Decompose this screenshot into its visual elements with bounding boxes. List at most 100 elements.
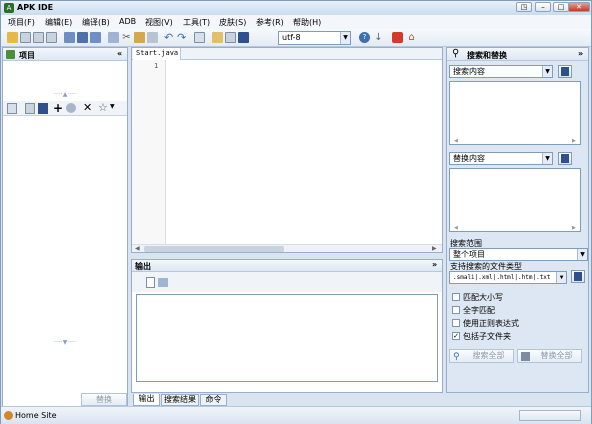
- undo-icon[interactable]: ↶: [164, 32, 175, 43]
- match-case-checkbox[interactable]: [452, 293, 460, 301]
- page-settings-icon[interactable]: [46, 32, 57, 43]
- subfolders-checkbox[interactable]: ✓: [452, 332, 460, 340]
- encoding-select[interactable]: utf-8 ▼: [278, 31, 351, 45]
- restore-icon[interactable]: ◳: [516, 2, 532, 12]
- app-window: A APK IDE ◳ – □ ✕ 项目(F) 编辑(E) 编译(B) ADB …: [0, 0, 592, 424]
- code-area[interactable]: [168, 60, 442, 244]
- regex-checkbox[interactable]: [452, 319, 460, 327]
- status-bar: Home Site: [1, 406, 591, 424]
- status-text[interactable]: Home Site: [15, 411, 57, 420]
- line-number: 1: [154, 62, 159, 70]
- output-text[interactable]: [136, 294, 438, 382]
- project-title: 项目: [19, 51, 35, 60]
- scroll-left-icon[interactable]: ◀: [135, 245, 140, 252]
- redo-icon[interactable]: ↷: [177, 32, 188, 43]
- build-icon[interactable]: [238, 32, 249, 43]
- help-icon[interactable]: ?: [359, 32, 370, 43]
- open-folder-icon[interactable]: [7, 32, 18, 43]
- list-icon[interactable]: [225, 32, 236, 43]
- menu-skin[interactable]: 皮肤(S): [219, 17, 246, 28]
- replace-options-icon: [561, 154, 569, 163]
- replace-all-button[interactable]: 替换全部: [517, 349, 582, 363]
- splitter-handle-bottom[interactable]: ·····▼·····: [3, 340, 127, 347]
- copy-icon[interactable]: [108, 32, 119, 43]
- find-options-button[interactable]: [558, 65, 572, 78]
- scroll-right-icon[interactable]: ▶: [432, 245, 437, 252]
- folder-image-icon[interactable]: [212, 32, 223, 43]
- replace-combo[interactable]: 替换内容 ▼: [449, 152, 553, 165]
- menu-reference[interactable]: 参考(R): [256, 17, 284, 28]
- window-title: APK IDE: [17, 3, 54, 12]
- output-panel: 输出 »: [131, 259, 443, 393]
- editor-hscrollbar[interactable]: ◀ ▶: [132, 244, 442, 252]
- menu-view[interactable]: 视图(V): [145, 17, 173, 28]
- collapse-project-button[interactable]: «: [117, 49, 122, 58]
- save-as-icon[interactable]: [90, 32, 101, 43]
- delete-icon[interactable]: ✕: [83, 101, 92, 114]
- binoculars-icon: ⚲: [453, 352, 460, 362]
- home-icon[interactable]: ⌂: [406, 32, 417, 43]
- scroll-right-icon[interactable]: ▶: [572, 225, 576, 231]
- star-icon[interactable]: ☆: [98, 101, 108, 114]
- maximize-button[interactable]: □: [553, 2, 569, 12]
- menu-help[interactable]: 帮助(H): [293, 17, 321, 28]
- minimize-button[interactable]: –: [535, 2, 551, 12]
- settings-icon[interactable]: [66, 103, 76, 113]
- page-icon[interactable]: [33, 32, 44, 43]
- cut-icon[interactable]: ✂: [121, 32, 132, 43]
- menu-project[interactable]: 项目(F): [8, 17, 35, 28]
- tab-output[interactable]: 输出: [133, 394, 160, 406]
- collapse-output-button[interactable]: »: [432, 260, 437, 269]
- splitter-handle[interactable]: ·····▲·····: [3, 92, 127, 99]
- tab-command[interactable]: 命令: [200, 394, 227, 406]
- save-icon[interactable]: [64, 32, 75, 43]
- scroll-left-icon[interactable]: ◀: [454, 138, 458, 144]
- replace-textbox[interactable]: ◀ ▶: [449, 168, 581, 232]
- project-header: 项目 «: [3, 48, 127, 61]
- filetypes-button[interactable]: [571, 270, 585, 283]
- add-icon[interactable]: +: [53, 101, 63, 115]
- find-replace-icon[interactable]: [147, 32, 158, 43]
- chevron-down-icon[interactable]: ▼: [542, 153, 552, 164]
- chevron-down-icon[interactable]: ▼: [542, 66, 552, 77]
- document-icon[interactable]: [194, 32, 205, 43]
- find-textbox[interactable]: ◀ ▶: [449, 81, 581, 145]
- save-all-icon[interactable]: [77, 32, 88, 43]
- chevron-down-icon[interactable]: ▼: [556, 272, 566, 283]
- chevron-down-icon[interactable]: ▼: [577, 249, 587, 260]
- tab-start-java[interactable]: Start.java: [133, 48, 181, 60]
- whole-word-checkbox[interactable]: [452, 306, 460, 314]
- project-tree[interactable]: [3, 118, 127, 338]
- scroll-left-icon[interactable]: ◀: [454, 225, 458, 231]
- star-dropdown-icon[interactable]: ▼: [110, 103, 115, 110]
- find-combo[interactable]: 搜索内容 ▼: [449, 65, 553, 78]
- menu-edit[interactable]: 编辑(E): [45, 17, 72, 28]
- subfolders-label: 包括子文件夹: [463, 332, 511, 341]
- output-toolbar: [132, 272, 442, 292]
- menu-build[interactable]: 编译(B): [82, 17, 110, 28]
- scroll-thumb[interactable]: [144, 246, 284, 252]
- scroll-right-icon[interactable]: ▶: [572, 138, 576, 144]
- weibo-icon[interactable]: [392, 32, 403, 43]
- filetypes-select[interactable]: .smali|.xml|.html|.htm|.txt ▼: [449, 271, 567, 284]
- paste-icon[interactable]: [134, 32, 145, 43]
- replace-button[interactable]: 替换: [81, 393, 127, 406]
- scope-select[interactable]: 整个项目 ▼: [449, 248, 588, 261]
- chevron-down-icon[interactable]: ▼: [340, 32, 350, 44]
- search-all-button[interactable]: ⚲ 搜索全部: [449, 349, 514, 363]
- collapse-search-button[interactable]: »: [578, 49, 583, 58]
- find-options-icon: [561, 67, 569, 76]
- microphone-icon[interactable]: ↓: [373, 32, 384, 43]
- tab-search-results[interactable]: 搜索结果: [161, 394, 199, 406]
- copy-output-icon[interactable]: [158, 278, 168, 287]
- new-project-icon[interactable]: [7, 103, 17, 114]
- close-button[interactable]: ✕: [568, 2, 590, 12]
- build-project-icon[interactable]: [38, 103, 48, 114]
- menu-tools[interactable]: 工具(T): [183, 17, 210, 28]
- new-file-icon[interactable]: [20, 32, 31, 43]
- menu-adb[interactable]: ADB: [119, 17, 136, 26]
- open-project-icon[interactable]: [25, 103, 35, 114]
- replace-options-button[interactable]: [558, 152, 572, 165]
- progress-bar: [519, 410, 581, 421]
- clear-output-icon[interactable]: [146, 277, 155, 288]
